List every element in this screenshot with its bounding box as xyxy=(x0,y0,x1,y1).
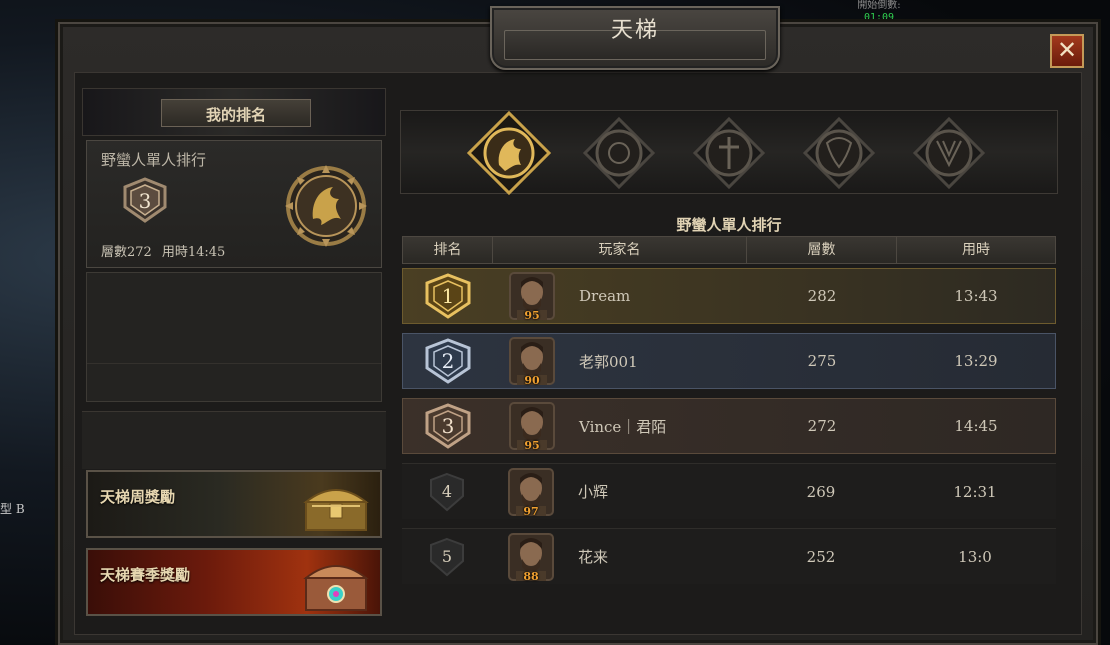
player-avatar[interactable]: 97 xyxy=(508,467,554,518)
clear-time: 14:45 xyxy=(954,417,998,435)
player-cell: 88 花来 xyxy=(492,532,746,583)
title-plate: 天梯 xyxy=(490,6,780,70)
clear-time: 13:43 xyxy=(954,287,998,305)
table-row[interactable]: 3 95 Vince｜君陌 272 14:45 xyxy=(402,398,1056,454)
my-rank-header: 我的排名 xyxy=(82,88,386,136)
player-level: 95 xyxy=(524,439,540,452)
rank-badge: 1 xyxy=(423,273,473,319)
rank-badge: 4 xyxy=(427,472,467,512)
player-avatar[interactable]: 95 xyxy=(509,402,555,452)
rank-cell: 3 xyxy=(403,403,493,449)
clear-time: 12:31 xyxy=(953,482,997,501)
player-cell: 95 Vince｜君陌 xyxy=(493,402,747,452)
floor-count: 282 xyxy=(807,287,837,305)
header-floors: 層數 xyxy=(747,237,897,263)
table-row[interactable]: 1 95 Dream 282 13:43 xyxy=(402,268,1056,324)
player-level: 90 xyxy=(524,374,540,387)
player-level: 88 xyxy=(523,569,539,583)
bronze-rank-badge-icon: 3 xyxy=(121,177,169,227)
empty-rank-slot xyxy=(86,272,382,402)
table-row[interactable]: 4 97 小辉 269 12:31 xyxy=(402,463,1056,519)
class-tab-sorceress[interactable] xyxy=(577,111,661,195)
rank-badge: 2 xyxy=(423,338,473,384)
player-name: 小辉 xyxy=(578,483,609,501)
floor-count: 269 xyxy=(806,482,836,501)
player-avatar[interactable]: 95 xyxy=(509,272,555,322)
my-rank-panel: 我的排名 野蠻人單人排行 3 層數272 用時14:45 天梯周獎勵 天梯賽季獎… xyxy=(82,86,386,626)
ladder-table-header: 排名 玩家名 層數 用時 xyxy=(402,236,1056,264)
class-tab-barbarian[interactable] xyxy=(467,111,551,195)
player-cell: 95 Dream xyxy=(493,272,747,322)
weekly-reward-label: 天梯周獎勵 xyxy=(100,488,176,506)
druid-icon xyxy=(802,116,876,190)
rank-cell: 5 xyxy=(402,537,492,577)
header-rank: 排名 xyxy=(403,237,493,263)
rank-number: 5 xyxy=(441,547,453,566)
my-rank-time: 用時14:45 xyxy=(161,245,226,260)
player-avatar[interactable]: 90 xyxy=(509,337,555,387)
my-rank-category: 野蠻人單人排行 xyxy=(101,151,207,169)
ornate-chest-icon xyxy=(298,554,374,618)
window-title: 天梯 xyxy=(610,18,659,43)
player-name: Dream xyxy=(579,287,631,305)
class-tab-druid[interactable] xyxy=(797,111,881,195)
player-level: 97 xyxy=(523,504,539,518)
gold-chest-icon xyxy=(298,476,374,538)
my-rank-stats: 層數272 用時14:45 xyxy=(101,241,225,260)
player-level: 95 xyxy=(524,309,540,322)
countdown-label: 開始倒數: xyxy=(857,0,901,11)
clear-time: 13:0 xyxy=(958,547,992,566)
rank-badge: 5 xyxy=(427,537,467,577)
barbarian-icon xyxy=(467,111,551,195)
player-cell: 97 小辉 xyxy=(492,467,746,518)
season-reward-label: 天梯賽季獎勵 xyxy=(100,566,191,584)
weekly-reward-button[interactable]: 天梯周獎勵 xyxy=(86,470,382,538)
ladder-window: 天梯 ✕ 我的排名 野蠻人單人排行 3 層數272 用時14:45 天梯周獎勵 … xyxy=(58,6,1098,645)
rank-number: 1 xyxy=(441,284,455,308)
rank-badge: 3 xyxy=(423,403,473,449)
class-selector xyxy=(400,110,1058,195)
player-name: 花来 xyxy=(578,548,609,566)
my-rank-number: 3 xyxy=(139,189,152,213)
table-row[interactable]: 5 88 花来 252 13:0 xyxy=(402,528,1056,584)
class-tab-necromancer[interactable] xyxy=(687,111,771,195)
rank-number: 4 xyxy=(441,482,453,501)
my-rank-floors: 層數272 xyxy=(101,245,152,260)
sorceress-icon xyxy=(582,116,656,190)
world-label: 型 B xyxy=(0,502,25,516)
rank-cell: 4 xyxy=(402,472,492,512)
season-reward-button[interactable]: 天梯賽季獎勵 xyxy=(86,548,382,616)
barbarian-crest-icon xyxy=(283,163,369,253)
rank-cell: 2 xyxy=(403,338,493,384)
rank-cell: 1 xyxy=(403,273,493,319)
player-cell: 90 老郭001 xyxy=(493,337,747,387)
rank-number: 2 xyxy=(441,349,455,373)
my-rank-title: 我的排名 xyxy=(205,106,266,124)
close-button[interactable]: ✕ xyxy=(1050,34,1084,68)
header-time: 用時 xyxy=(962,242,990,258)
ladder-title: 野蠻人單人排行 xyxy=(676,216,782,234)
header-name: 玩家名 xyxy=(493,237,747,263)
countdown-hud: 開始倒數: 01:09 xyxy=(844,0,914,24)
rank-number: 3 xyxy=(441,414,455,438)
floor-count: 275 xyxy=(807,352,837,370)
player-name: 老郭001 xyxy=(579,352,638,371)
rogue-icon xyxy=(912,116,986,190)
my-rank-card: 野蠻人單人排行 3 層數272 用時14:45 xyxy=(86,140,382,268)
necromancer-icon xyxy=(692,116,766,190)
player-name: Vince｜君陌 xyxy=(579,417,667,436)
floor-count: 272 xyxy=(807,417,837,435)
panel-spacer xyxy=(82,411,386,469)
clear-time: 13:29 xyxy=(954,352,998,370)
table-row[interactable]: 2 90 老郭001 275 13:29 xyxy=(402,333,1056,389)
player-avatar[interactable]: 88 xyxy=(508,532,554,583)
ladder-panel: 野蠻人單人排行 排名 玩家名 層數 用時 1 95 Dream 282 13:43 2 90… xyxy=(396,90,1062,630)
class-tab-rogue[interactable] xyxy=(907,111,991,195)
floor-count: 252 xyxy=(806,547,836,566)
